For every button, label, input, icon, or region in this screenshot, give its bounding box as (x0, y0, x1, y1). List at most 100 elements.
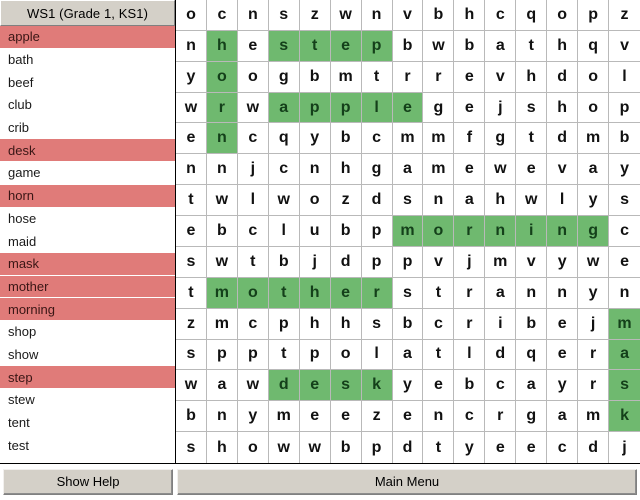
grid-cell[interactable]: l (547, 185, 579, 217)
grid-cell[interactable]: a (609, 339, 640, 371)
grid-cell[interactable]: s (330, 370, 362, 402)
grid-cell[interactable]: l (609, 61, 640, 93)
grid-cell[interactable]: o (330, 339, 362, 371)
grid-cell[interactable]: s (392, 185, 424, 217)
grid-cell[interactable]: w (176, 370, 207, 402)
grid-cell[interactable]: c (485, 370, 517, 402)
grid-cell[interactable]: y (609, 154, 640, 186)
grid-cell[interactable]: b (176, 401, 207, 433)
grid-cell[interactable]: n (423, 185, 455, 217)
grid-cell[interactable]: t (268, 277, 300, 309)
grid-cell[interactable]: p (392, 246, 424, 278)
grid-cell[interactable]: v (609, 30, 640, 62)
grid-cell[interactable]: r (454, 308, 486, 340)
grid-cell[interactable]: s (516, 92, 548, 124)
grid-cell[interactable]: c (206, 0, 238, 31)
grid-cell[interactable]: n (206, 123, 238, 155)
grid-cell[interactable]: w (330, 0, 362, 31)
grid-cell[interactable]: t (423, 277, 455, 309)
grid-cell[interactable]: m (206, 277, 238, 309)
grid-cell[interactable]: m (392, 123, 424, 155)
grid-cell[interactable]: y (176, 61, 207, 93)
grid-cell[interactable]: c (547, 432, 579, 463)
grid-cell[interactable]: e (454, 61, 486, 93)
grid-cell[interactable]: p (237, 339, 269, 371)
grid-cell[interactable]: e (609, 246, 640, 278)
grid-cell[interactable]: g (361, 154, 393, 186)
grid-cell[interactable]: e (516, 432, 548, 463)
show-help-button[interactable]: Show Help (3, 468, 173, 495)
grid-cell[interactable]: p (609, 92, 640, 124)
grid-cell[interactable]: c (237, 216, 269, 247)
word-list-item[interactable]: morning (0, 298, 175, 321)
grid-cell[interactable]: t (268, 339, 300, 371)
grid-cell[interactable]: p (361, 432, 393, 463)
grid-cell[interactable]: c (237, 123, 269, 155)
word-list-item[interactable]: game (0, 162, 175, 185)
grid-cell[interactable]: n (176, 154, 207, 186)
grid-cell[interactable]: h (299, 308, 331, 340)
grid-cell[interactable]: y (392, 370, 424, 402)
grid-cell[interactable]: m (423, 123, 455, 155)
grid-cell[interactable]: a (485, 30, 517, 62)
grid-cell[interactable]: t (423, 432, 455, 463)
grid-cell[interactable]: n (237, 0, 269, 31)
grid-cell[interactable]: d (392, 432, 424, 463)
grid-cell[interactable]: s (176, 432, 207, 463)
grid-cell[interactable]: m (330, 61, 362, 93)
grid-cell[interactable]: r (423, 61, 455, 93)
main-menu-button[interactable]: Main Menu (177, 468, 637, 495)
grid-cell[interactable]: a (392, 154, 424, 186)
grid-cell[interactable]: v (423, 246, 455, 278)
grid-cell[interactable]: q (516, 339, 548, 371)
grid-cell[interactable]: h (330, 154, 362, 186)
grid-cell[interactable]: m (392, 216, 424, 247)
grid-cell[interactable]: o (176, 0, 207, 31)
grid-cell[interactable]: j (609, 432, 640, 463)
grid-cell[interactable]: d (361, 185, 393, 217)
grid-cell[interactable]: g (516, 401, 548, 433)
grid-cell[interactable]: b (330, 123, 362, 155)
grid-cell[interactable]: b (609, 123, 640, 155)
grid-cell[interactable]: y (454, 432, 486, 463)
grid-cell[interactable]: o (547, 0, 579, 31)
grid-cell[interactable]: v (547, 154, 579, 186)
grid-cell[interactable]: c (268, 154, 300, 186)
grid-cell[interactable]: w (485, 154, 517, 186)
grid-cell[interactable]: y (578, 185, 610, 217)
grid-cell[interactable]: j (578, 308, 610, 340)
word-list-item[interactable]: step (0, 366, 175, 389)
grid-cell[interactable]: j (237, 154, 269, 186)
grid-cell[interactable]: t (237, 246, 269, 278)
word-list-item[interactable]: apple (0, 26, 175, 49)
grid-cell[interactable]: e (237, 30, 269, 62)
grid-cell[interactable]: b (299, 61, 331, 93)
grid-cell[interactable]: e (516, 154, 548, 186)
word-list-item[interactable]: mother (0, 275, 175, 299)
grid-cell[interactable]: h (547, 30, 579, 62)
grid-cell[interactable]: p (330, 92, 362, 124)
grid-cell[interactable]: h (454, 0, 486, 31)
grid-cell[interactable]: p (299, 339, 331, 371)
grid-cell[interactable]: p (361, 216, 393, 247)
grid-cell[interactable]: a (516, 370, 548, 402)
grid-cell[interactable]: h (516, 61, 548, 93)
grid-cell[interactable]: n (206, 401, 238, 433)
grid-cell[interactable]: w (176, 92, 207, 124)
grid-cell[interactable]: t (516, 30, 548, 62)
grid-cell[interactable]: e (299, 401, 331, 433)
grid-cell[interactable]: n (485, 216, 517, 247)
grid-cell[interactable]: w (516, 185, 548, 217)
grid-cell[interactable]: g (578, 216, 610, 247)
grid-cell[interactable]: n (547, 277, 579, 309)
grid-cell[interactable]: c (454, 401, 486, 433)
word-list-item[interactable]: shop (0, 320, 175, 344)
grid-cell[interactable]: a (547, 401, 579, 433)
grid-cell[interactable]: w (423, 30, 455, 62)
grid-cell[interactable]: n (299, 154, 331, 186)
grid-cell[interactable]: m (206, 308, 238, 340)
grid-cell[interactable]: d (547, 123, 579, 155)
grid-cell[interactable]: o (578, 92, 610, 124)
grid-cell[interactable]: r (392, 61, 424, 93)
grid-cell[interactable]: w (268, 432, 300, 463)
